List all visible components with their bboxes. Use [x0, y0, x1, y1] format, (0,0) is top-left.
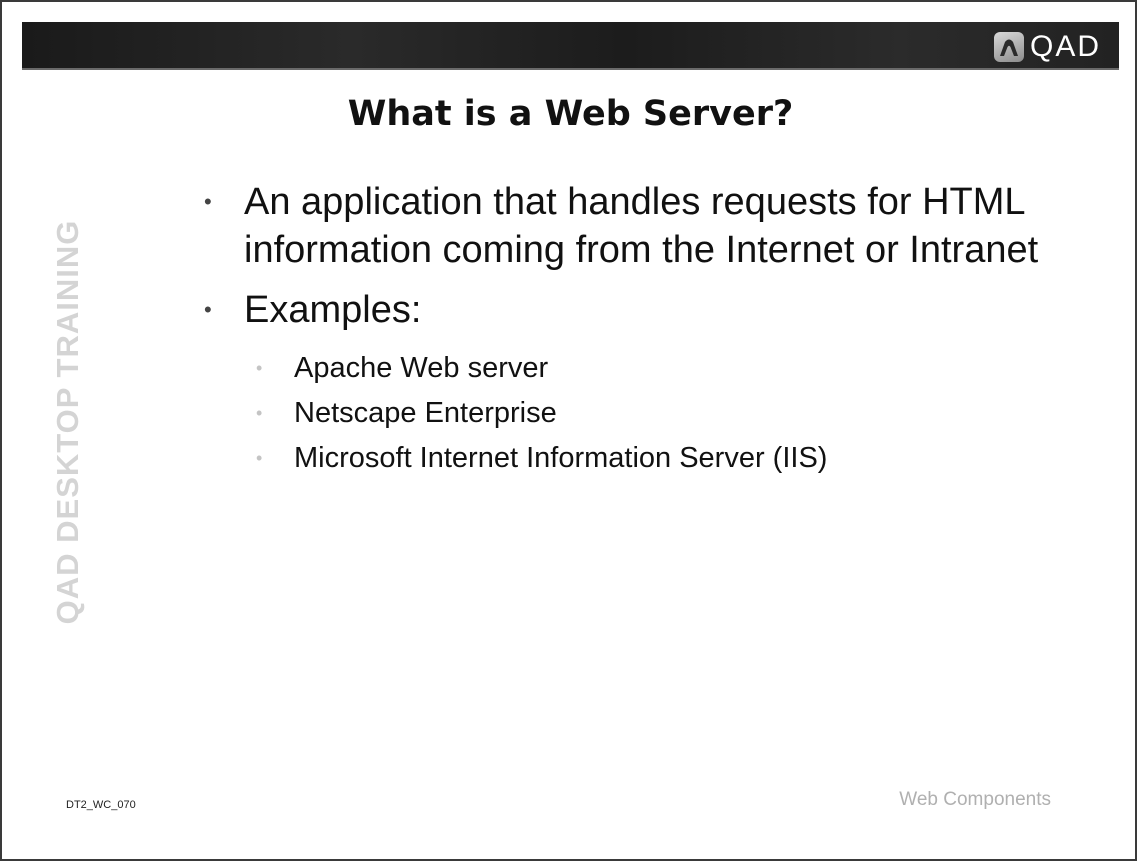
sub-bullet-item: • Apache Web server	[192, 346, 1072, 391]
bullet-dot-icon: •	[204, 297, 212, 322]
qad-logo: QAD	[993, 30, 1101, 64]
bullet-item: • Examples:	[192, 286, 1072, 334]
section-name: Web Components	[899, 789, 1051, 810]
bullet-text: An application that handles requests for…	[244, 181, 1039, 271]
banner-divider	[22, 68, 1119, 70]
bullet-item: • An application that handles requests f…	[192, 178, 1072, 274]
logo-text: QAD	[1029, 30, 1101, 63]
sub-bullet-dot-icon: •	[256, 448, 263, 468]
bullet-dot-icon: •	[204, 189, 212, 214]
sub-bullet-dot-icon: •	[256, 403, 263, 423]
bullet-list: • An application that handles requests f…	[192, 178, 1072, 481]
top-banner	[22, 22, 1119, 68]
sub-bullet-dot-icon: •	[256, 358, 263, 378]
slide-code: DT2_WC_070	[66, 799, 136, 811]
sidebar-watermark: QAD DESKTOP TRAINING	[50, 219, 85, 625]
slide-title: What is a Web Server?	[347, 94, 794, 134]
sub-bullet-item: • Netscape Enterprise	[192, 391, 1072, 436]
sub-bullet-text: Netscape Enterprise	[294, 397, 557, 429]
sub-bullet-list: • Apache Web server • Netscape Enterpris…	[192, 346, 1072, 481]
sub-bullet-item: • Microsoft Internet Information Server …	[192, 436, 1072, 481]
sub-bullet-text: Microsoft Internet Information Server (I…	[294, 442, 828, 474]
slide: QAD What is a Web Server? QAD DESKTOP TR…	[0, 0, 1137, 861]
bullet-text: Examples:	[244, 289, 422, 331]
sub-bullet-text: Apache Web server	[294, 352, 549, 384]
qad-logo-icon	[993, 32, 1024, 62]
